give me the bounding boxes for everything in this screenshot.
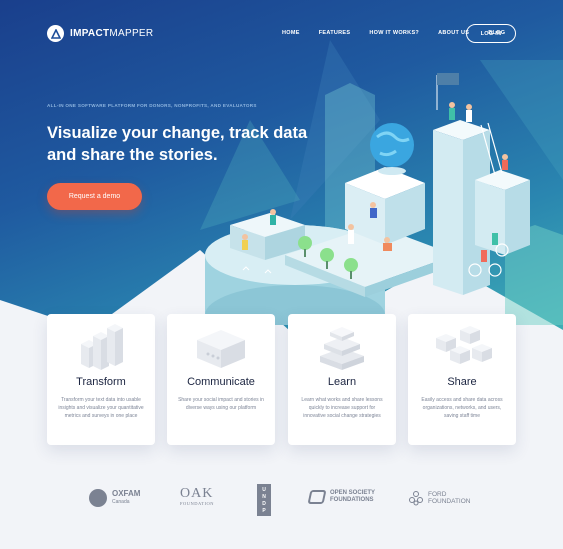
oxfam-logo-icon [89,489,107,507]
nav-about-us[interactable]: ABOUT US [438,30,469,36]
feature-card-share[interactable]: Share Easily access and share data acros… [408,314,516,445]
feature-title: Learn [327,376,357,388]
communicate-icon [197,330,245,368]
ford-line1: FORD [428,491,447,498]
osf-line2: FOUNDATIONS [330,497,374,503]
login-button[interactable]: LOG IN [466,24,516,43]
feature-card-learn[interactable]: Learn Learn what works and share lessons… [288,314,396,445]
partner-oak-foundation[interactable]: OAK FOUNDATION [180,486,214,507]
transform-icon [81,324,123,370]
ford-text: FORD FOUNDATION [428,491,471,505]
oak-name: OAK [180,486,214,501]
undp-letter: P [262,507,266,514]
features-cards: Transform Transform your text data into … [47,314,517,445]
logo-icon [47,25,64,42]
undp-letter: U [262,486,266,493]
brand-logo[interactable]: IMPACTMAPPER [47,25,153,42]
nav-home[interactable]: HOME [282,30,300,36]
learn-icon [320,327,364,370]
feature-title: Share [447,376,477,388]
osf-text: OPEN SOCIETY FOUNDATIONS [330,490,375,504]
share-icon [436,326,492,364]
feature-card-transform[interactable]: Transform Transform your text data into … [47,314,155,445]
osf-logo-icon [307,490,327,504]
oxfam-text: OXFAM Canada [112,490,140,506]
feature-title: Communicate [187,376,255,388]
ford-logo-icon [409,491,423,506]
feature-description: Easily access and share data across orga… [421,397,503,419]
feature-title: Transform [76,376,126,388]
nav-features[interactable]: FEATURES [319,30,351,36]
partner-open-society[interactable]: OPEN SOCIETY FOUNDATIONS [307,490,375,504]
partner-oxfam[interactable]: OXFAM Canada [89,489,140,507]
ford-line2: FOUNDATION [428,498,471,505]
oak-sub: FOUNDATION [180,501,214,506]
isometric-illustration [205,73,563,325]
partner-ford-foundation[interactable]: FORD FOUNDATION [408,490,471,506]
oxfam-sub: Canada [112,499,130,505]
undp-letter: D [262,500,266,507]
brand-name-bold: IMPACT [70,28,110,39]
undp-letter: N [262,493,266,500]
oxfam-name: OXFAM [112,489,141,498]
partner-undp[interactable]: U N D P [257,484,271,516]
feature-card-communicate[interactable]: Communicate Share your social impact and… [167,314,275,445]
feature-description: Learn what works and share lessons quick… [301,397,383,419]
partner-logos: OXFAM Canada OAK FOUNDATION U N D P OPEN… [0,484,563,516]
nav-how-it-works[interactable]: HOW IT WORKS? [369,30,419,36]
brand-name: IMPACTMAPPER [70,28,153,39]
osf-line1: OPEN SOCIETY [330,490,376,496]
feature-description: Transform your text data into usable ins… [58,397,144,419]
request-demo-button[interactable]: Request a demo [47,183,142,210]
feature-description: Share your social impact and stories in … [178,397,264,411]
brand-name-light: MAPPER [109,28,154,39]
